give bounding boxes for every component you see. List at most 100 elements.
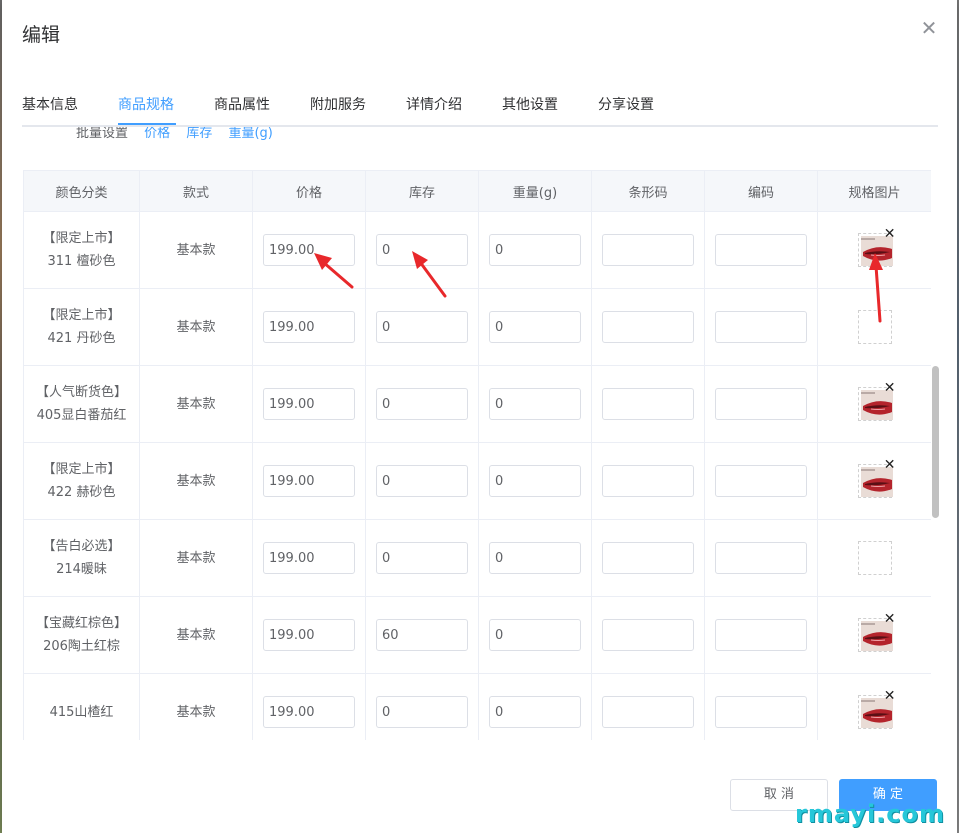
- cell-code: [704, 288, 818, 366]
- weight-input[interactable]: [489, 388, 581, 420]
- remove-image-icon[interactable]: ✕: [884, 612, 896, 626]
- weight-input[interactable]: [489, 311, 581, 343]
- code-input[interactable]: [715, 542, 807, 574]
- close-icon[interactable]: ✕: [919, 18, 939, 38]
- table-row: 【宝藏红棕色】206陶土红棕基本款 ✕: [23, 596, 931, 674]
- cell-style: 基本款: [139, 211, 253, 289]
- spec-image-upload[interactable]: ✕: [857, 227, 896, 267]
- cell-code: [704, 673, 818, 740]
- cell-barcode: [591, 442, 705, 520]
- barcode-input[interactable]: [602, 388, 694, 420]
- cell-code: [704, 211, 818, 289]
- stock-input[interactable]: [376, 465, 468, 497]
- stock-input[interactable]: [376, 311, 468, 343]
- weight-input[interactable]: [489, 619, 581, 651]
- cell-weight: [478, 442, 592, 520]
- remove-image-icon[interactable]: ✕: [884, 689, 896, 703]
- remove-image-icon[interactable]: ✕: [884, 458, 896, 472]
- cell-style: 基本款: [139, 673, 253, 740]
- cell-style: 基本款: [139, 596, 253, 674]
- price-input[interactable]: [263, 619, 355, 651]
- cell-price: [252, 673, 366, 740]
- stock-input[interactable]: [376, 542, 468, 574]
- price-input[interactable]: [263, 542, 355, 574]
- code-input[interactable]: [715, 234, 807, 266]
- cell-stock: [365, 288, 479, 366]
- weight-input[interactable]: [489, 542, 581, 574]
- remove-image-icon[interactable]: ✕: [884, 227, 896, 241]
- code-input[interactable]: [715, 696, 807, 728]
- stock-input[interactable]: [376, 696, 468, 728]
- cell-barcode: [591, 673, 705, 740]
- weight-input[interactable]: [489, 696, 581, 728]
- tab-product-attributes[interactable]: 商品属性: [214, 93, 270, 123]
- barcode-input[interactable]: [602, 542, 694, 574]
- barcode-input[interactable]: [602, 234, 694, 266]
- header-stock: 库存: [365, 170, 479, 212]
- table-row: 【限定上市】421 丹砂色 基本款: [23, 288, 931, 366]
- barcode-input[interactable]: [602, 619, 694, 651]
- spec-image-upload[interactable]: [857, 310, 892, 344]
- weight-input[interactable]: [489, 234, 581, 266]
- batch-stock-link[interactable]: 库存: [186, 127, 212, 141]
- cell-color-name: 【宝藏红棕色】206陶土红棕: [23, 596, 140, 674]
- cell-color-name: 【限定上市】422 赫砂色: [23, 442, 140, 520]
- cell-color-name: 415山楂红: [23, 673, 140, 740]
- dialog-title: 编辑: [22, 24, 61, 46]
- cell-barcode: [591, 596, 705, 674]
- batch-price-link[interactable]: 价格: [144, 127, 170, 141]
- watermark: rmayi.com: [795, 800, 946, 828]
- tab-other-settings[interactable]: 其他设置: [502, 93, 558, 123]
- cell-spec-image: [817, 288, 931, 366]
- cell-spec-image: ✕: [817, 596, 931, 674]
- spec-image-upload[interactable]: ✕: [857, 381, 896, 421]
- spec-table-container[interactable]: 颜色分类 款式 价格 库存 重量(g) 条形码 编码 规格图片 【限定上市】31…: [23, 170, 931, 740]
- code-input[interactable]: [715, 465, 807, 497]
- tab-product-spec[interactable]: 商品规格: [118, 93, 174, 123]
- stock-input[interactable]: [376, 388, 468, 420]
- cell-price: [252, 596, 366, 674]
- code-input[interactable]: [715, 388, 807, 420]
- edit-dialog: 编辑 ✕ 基本信息 商品规格 商品属性 附加服务 详情介绍 其他设置 分享设置 …: [2, 0, 957, 833]
- cell-spec-image: ✕: [817, 673, 931, 740]
- code-input[interactable]: [715, 311, 807, 343]
- stock-input[interactable]: [376, 234, 468, 266]
- cell-price: [252, 519, 366, 597]
- stock-input[interactable]: [376, 619, 468, 651]
- table-row: 【告白必选】214暖昧 基本款: [23, 519, 931, 597]
- tab-extra-services[interactable]: 附加服务: [310, 93, 366, 123]
- price-input[interactable]: [263, 388, 355, 420]
- spec-image-upload[interactable]: ✕: [857, 689, 896, 729]
- cell-spec-image: ✕: [817, 211, 931, 289]
- barcode-input[interactable]: [602, 465, 694, 497]
- price-input[interactable]: [263, 696, 355, 728]
- weight-input[interactable]: [489, 465, 581, 497]
- remove-image-icon[interactable]: ✕: [884, 381, 896, 395]
- spec-image-upload[interactable]: ✕: [857, 612, 896, 652]
- barcode-input[interactable]: [602, 311, 694, 343]
- cell-price: [252, 365, 366, 443]
- price-input[interactable]: [263, 234, 355, 266]
- header-style: 款式: [139, 170, 253, 212]
- batch-weight-link[interactable]: 重量(g): [228, 127, 272, 141]
- cell-style: 基本款: [139, 519, 253, 597]
- table-scrollbar[interactable]: [932, 366, 939, 518]
- cell-price: [252, 211, 366, 289]
- price-input[interactable]: [263, 311, 355, 343]
- tab-bar: 基本信息 商品规格 商品属性 附加服务 详情介绍 其他设置 分享设置: [22, 93, 938, 127]
- tab-share-settings[interactable]: 分享设置: [598, 93, 654, 123]
- code-input[interactable]: [715, 619, 807, 651]
- barcode-input[interactable]: [602, 696, 694, 728]
- cell-spec-image: [817, 519, 931, 597]
- spec-image-upload[interactable]: [857, 541, 892, 575]
- tab-basic-info[interactable]: 基本信息: [22, 93, 78, 123]
- active-tab-indicator: [118, 123, 176, 125]
- cell-weight: [478, 673, 592, 740]
- tab-detail-intro[interactable]: 详情介绍: [406, 93, 462, 123]
- cell-price: [252, 442, 366, 520]
- cell-code: [704, 596, 818, 674]
- price-input[interactable]: [263, 465, 355, 497]
- spec-image-upload[interactable]: ✕: [857, 458, 896, 498]
- table-row: 【人气断货色】405显白番茄红基本款 ✕: [23, 365, 931, 443]
- cell-spec-image: ✕: [817, 365, 931, 443]
